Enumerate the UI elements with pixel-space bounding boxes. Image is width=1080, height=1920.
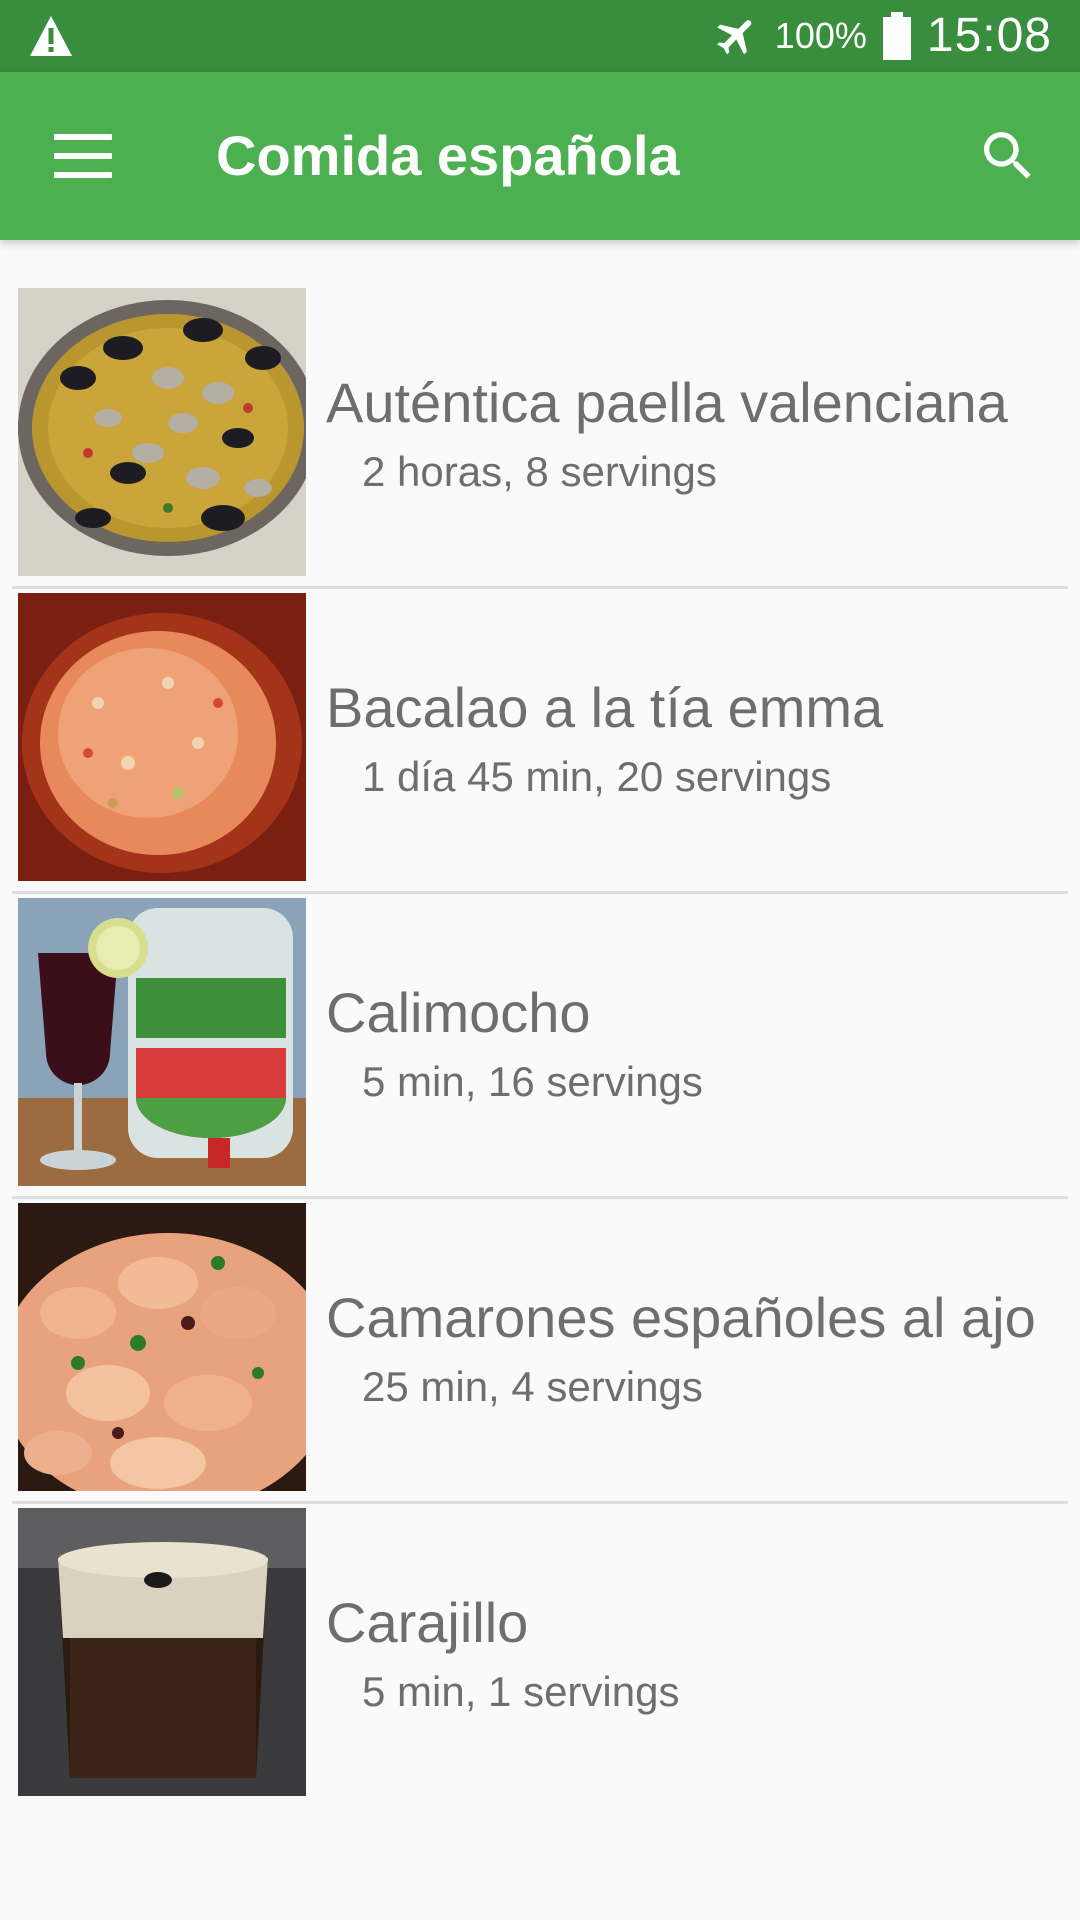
- recipe-name: Auténtica paella valenciana: [326, 371, 1008, 434]
- recipe-name: Carajillo: [326, 1591, 529, 1654]
- battery-percent: 100%: [774, 15, 867, 56]
- calimocho-photo: [18, 898, 306, 1186]
- recipe-name: Camarones españoles al ajo: [326, 1286, 1036, 1349]
- bacalao-photo: [18, 593, 306, 881]
- menu-icon[interactable]: [54, 134, 112, 178]
- status-bar: 100% 15:08: [0, 0, 1080, 72]
- carajillo-photo: [18, 1508, 306, 1796]
- recipe-meta: 2 horas, 8 servings: [362, 448, 717, 495]
- airplane-mode-icon: [716, 20, 752, 55]
- recipe-list-item[interactable]: Bacalao a la tía emma 1 día 45 min, 20 s…: [12, 589, 1068, 894]
- warning-icon: [30, 16, 72, 56]
- search-icon[interactable]: [976, 124, 1040, 188]
- recipe-list: Auténtica paella valenciana 2 horas, 8 s…: [12, 284, 1068, 1806]
- recipe-meta: 25 min, 4 servings: [362, 1363, 703, 1410]
- recipe-name: Calimocho: [326, 981, 591, 1044]
- paella-photo: [18, 288, 306, 576]
- camarones-photo: [18, 1203, 306, 1491]
- page-title: Comida española: [216, 124, 680, 187]
- recipe-list-item[interactable]: Carajillo 5 min, 1 servings: [12, 1504, 1068, 1806]
- recipe-name: Bacalao a la tía emma: [326, 676, 884, 739]
- recipe-meta: 1 día 45 min, 20 servings: [362, 753, 832, 800]
- recipe-meta: 5 min, 1 servings: [362, 1668, 680, 1715]
- app-bar: Comida española: [0, 72, 1080, 240]
- recipe-meta: 5 min, 16 servings: [362, 1058, 703, 1105]
- battery-icon: [882, 12, 911, 60]
- recipe-list-item[interactable]: Camarones españoles al ajo 25 min, 4 ser…: [12, 1199, 1068, 1504]
- clock: 15:08: [926, 9, 1052, 62]
- recipe-list-item[interactable]: Auténtica paella valenciana 2 horas, 8 s…: [12, 284, 1068, 589]
- recipe-list-item[interactable]: Calimocho 5 min, 16 servings: [12, 894, 1068, 1199]
